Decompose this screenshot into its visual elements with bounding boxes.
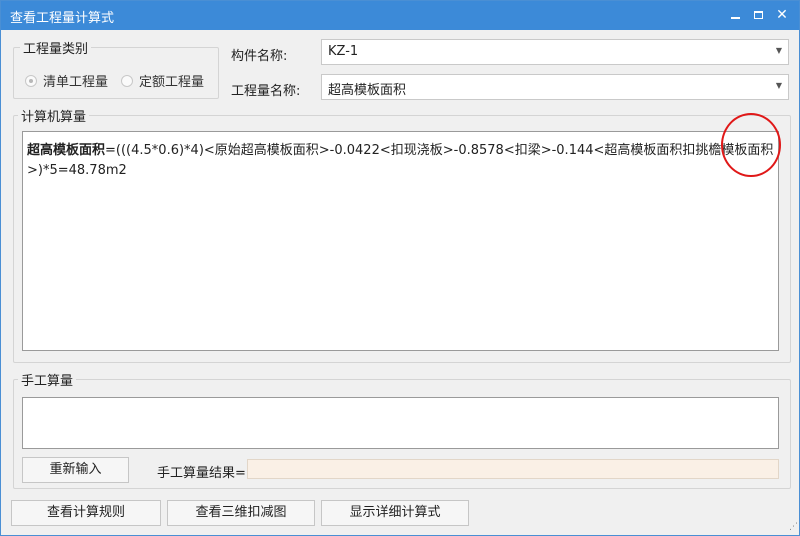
computer-formula-text: 超高模板面积=(((4.5*0.6)*4)<原始超高模板面积>-0.0422<扣… xyxy=(27,141,779,181)
component-name-select[interactable]: KZ-1 ▼ xyxy=(321,39,789,65)
quantity-name-select[interactable]: 超高模板面积 ▼ xyxy=(321,74,789,100)
reenter-button[interactable]: 重新输入 xyxy=(22,457,129,483)
radio-bill-quantity[interactable]: 清单工程量 xyxy=(25,71,108,90)
formula-body: =(((4.5*0.6)*4)<原始超高模板面积>-0.0422<扣现浇板>-0… xyxy=(27,143,774,178)
dialog-window: 查看工程量计算式 ✕ 工程量类别 清单工程量 定额工程量 构件名称: KZ-1 … xyxy=(0,0,800,536)
quantity-name-value: 超高模板面积 xyxy=(328,83,407,98)
component-name-label: 构件名称: xyxy=(231,49,288,64)
manual-formula-box[interactable] xyxy=(22,397,779,449)
manual-quantity-legend: 手工算量 xyxy=(18,370,77,389)
window-title: 查看工程量计算式 xyxy=(10,11,115,26)
manual-result-field[interactable] xyxy=(247,459,779,479)
chevron-down-icon: ▼ xyxy=(775,81,782,90)
quantity-type-legend: 工程量类别 xyxy=(20,38,92,57)
radio-norm-quantity[interactable]: 定额工程量 xyxy=(121,71,204,90)
maximize-button[interactable] xyxy=(746,4,770,26)
minimize-icon xyxy=(730,17,740,19)
maximize-icon xyxy=(753,11,763,19)
component-name-value: KZ-1 xyxy=(328,44,359,59)
chevron-down-icon: ▼ xyxy=(775,46,782,55)
quantity-name-label: 工程量名称: xyxy=(231,84,301,99)
resize-grip-icon[interactable]: ⋰ xyxy=(789,522,798,532)
computer-quantity-legend: 计算机算量 xyxy=(18,106,90,125)
close-icon: ✕ xyxy=(776,7,788,23)
title-bar[interactable]: 查看工程量计算式 ✕ xyxy=(1,1,799,30)
formula-name: 超高模板面积 xyxy=(27,143,106,158)
view-rules-button[interactable]: 查看计算规则 xyxy=(11,500,161,526)
close-button[interactable]: ✕ xyxy=(770,4,794,26)
radio-bill-quantity-dot xyxy=(25,74,37,87)
radio-bill-quantity-label: 清单工程量 xyxy=(43,75,109,90)
minimize-button[interactable] xyxy=(723,4,747,26)
radio-norm-quantity-label: 定额工程量 xyxy=(139,75,205,90)
manual-result-label: 手工算量结果= xyxy=(157,466,246,481)
annotation-circle xyxy=(721,113,781,177)
show-detail-formula-button[interactable]: 显示详细计算式 xyxy=(321,500,469,526)
view-3d-deduction-button[interactable]: 查看三维扣减图 xyxy=(167,500,315,526)
radio-norm-quantity-dot xyxy=(121,74,133,87)
